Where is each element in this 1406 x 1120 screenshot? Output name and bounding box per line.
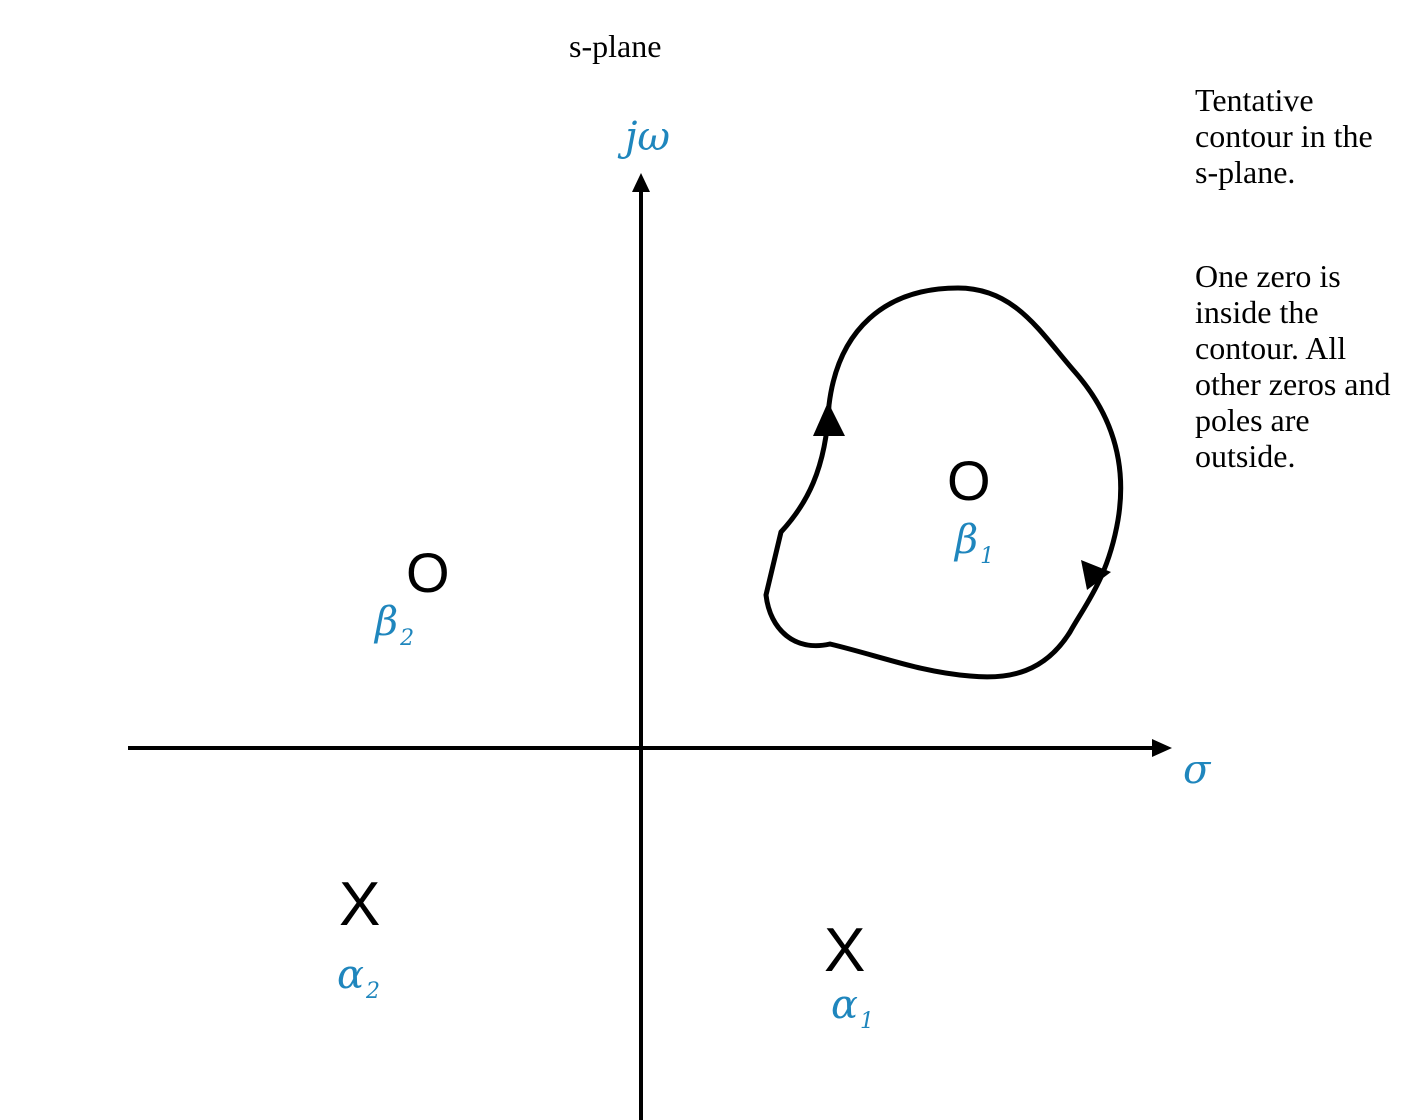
zero-symbol: β <box>375 599 399 645</box>
zero-symbol: β <box>955 517 979 563</box>
zero-label-beta1: β1 <box>955 517 994 568</box>
imaginary-axis-arrow <box>632 173 650 192</box>
pole-marker-alpha2: X <box>339 870 381 939</box>
zero-label-beta2: β2 <box>375 599 414 650</box>
zeros-note: One zero is inside the contour. All othe… <box>1195 258 1391 474</box>
pole-subscript: 1 <box>860 1009 875 1034</box>
contour-arrow-up <box>813 402 845 436</box>
zero-subscript: 2 <box>400 626 415 651</box>
pole-symbol: α <box>337 952 365 998</box>
zero-subscript: 1 <box>980 544 995 569</box>
pole-marker-alpha1: X <box>824 916 866 985</box>
real-axis-label: σ <box>1183 747 1211 793</box>
zero-marker-beta1: O <box>947 449 991 512</box>
pole-symbol: α <box>831 982 859 1028</box>
contour-path <box>763 285 1124 680</box>
contour-note: Tentative contour in the s-plane. <box>1195 82 1373 190</box>
imaginary-axis-label: jω <box>625 114 671 160</box>
pole-label-alpha2: α2 <box>337 952 380 1003</box>
zero-marker-beta2: O <box>406 541 450 604</box>
real-axis-arrow <box>1152 739 1172 757</box>
diagram-title: s-plane <box>569 28 662 64</box>
pole-label-alpha1: α1 <box>831 982 874 1033</box>
pole-subscript: 2 <box>366 979 381 1004</box>
